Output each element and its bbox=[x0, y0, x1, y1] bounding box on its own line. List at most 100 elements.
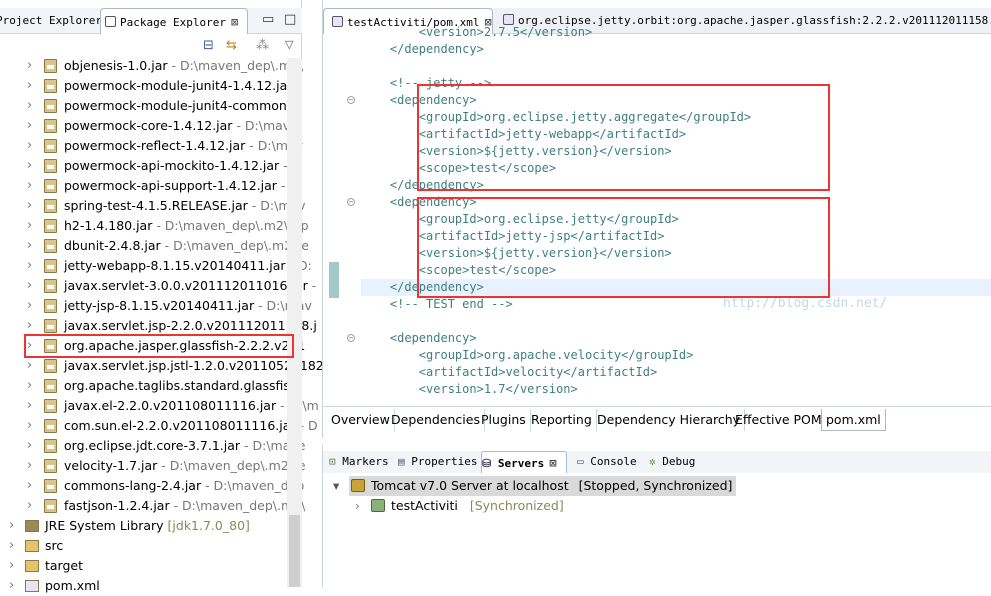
tab-properties[interactable]: ▤ Properties bbox=[398, 451, 477, 473]
code-line[interactable]: <!-- TEST end --> bbox=[361, 296, 513, 313]
tree-item-root[interactable]: › JRE System Library [jdk1.7.0_80] bbox=[0, 516, 287, 536]
code-line[interactable]: </dependency> bbox=[361, 279, 484, 296]
tree-item-jar[interactable]: › javax.servlet.jsp.jstl-1.2.0.v201105211… bbox=[0, 356, 324, 376]
code-line[interactable]: </dependency> bbox=[361, 177, 484, 194]
tree-item-jar[interactable]: › org.apache.jasper.glassfish-2.2.2.v201 bbox=[0, 336, 305, 356]
chevron-right-icon[interactable]: › bbox=[27, 356, 32, 376]
chevron-right-icon[interactable]: › bbox=[27, 336, 32, 356]
chevron-right-icon[interactable]: › bbox=[27, 316, 32, 336]
chevron-right-icon[interactable]: › bbox=[27, 76, 32, 96]
chevron-right-icon[interactable]: › bbox=[27, 416, 32, 436]
code-line[interactable]: </dependency> bbox=[361, 41, 484, 58]
tab-package-explorer[interactable]: Package Explorer ⊠ bbox=[100, 8, 248, 34]
tree-item-jar[interactable]: › powermock-api-support-1.4.12.jar - D bbox=[0, 176, 299, 196]
tree-item-jar[interactable]: › commons-lang-2.4.jar - D:\maven_dep bbox=[0, 476, 304, 496]
chevron-right-icon[interactable]: › bbox=[27, 396, 32, 416]
code-line[interactable]: <version>${jetty.version}</version> bbox=[361, 143, 672, 160]
fold-toggle-icon[interactable]: − bbox=[347, 334, 355, 342]
tree-item-jar[interactable]: › jetty-jsp-8.1.15.v20140411.jar - D:\mav bbox=[0, 296, 312, 316]
chevron-right-icon[interactable]: › bbox=[27, 376, 32, 396]
tree-item-jar[interactable]: › javax.servlet-3.0.0.v201112011016.jar - bbox=[0, 276, 316, 296]
tree-item-root[interactable]: › src bbox=[0, 536, 287, 556]
tree-item-root[interactable]: › target bbox=[0, 556, 287, 576]
chevron-right-icon[interactable]: › bbox=[27, 56, 32, 76]
chevron-right-icon[interactable]: › bbox=[27, 296, 32, 316]
chevron-right-icon[interactable]: › bbox=[9, 536, 14, 556]
code-line[interactable]: <groupId>org.apache.velocity</groupId> bbox=[361, 347, 694, 364]
close-icon[interactable]: ⊠ bbox=[231, 15, 238, 29]
code-line[interactable]: <groupId>org.eclipse.jetty.aggregate</gr… bbox=[361, 109, 751, 126]
chevron-right-icon[interactable]: › bbox=[9, 516, 14, 536]
chevron-right-icon[interactable]: › bbox=[27, 436, 32, 456]
chevron-right-icon[interactable]: › bbox=[27, 216, 32, 236]
tree-item-jar[interactable]: › com.sun.el-2.2.0.v201108011116.jar - D bbox=[0, 416, 318, 436]
code-line[interactable]: <dependency> bbox=[361, 330, 477, 347]
code-line[interactable]: <scope>test</scope> bbox=[361, 262, 556, 279]
chevron-right-icon[interactable]: › bbox=[27, 476, 32, 496]
code-line[interactable]: <artifactId>jetty-jsp</artifactId> bbox=[361, 228, 665, 245]
tree-item-jar[interactable]: › javax.servlet.jsp-2.2.0.v201112011158.j bbox=[0, 316, 317, 336]
tab-pom-page[interactable]: Dependency Hierarchy bbox=[593, 409, 746, 431]
tab-pom-page[interactable]: Overview bbox=[327, 409, 395, 431]
tab-pom-page[interactable]: pom.xml bbox=[821, 409, 886, 431]
tree-item-jar[interactable]: › objenesis-1.0.jar - D:\maven_dep\.m2\ bbox=[0, 56, 303, 76]
code-line[interactable]: <version>1.7</version> bbox=[361, 381, 578, 398]
tab-pom-page[interactable]: Effective POM bbox=[731, 409, 827, 431]
tab-pom-page[interactable]: Dependencies bbox=[387, 409, 485, 431]
minimize-icon[interactable]: ▭ bbox=[262, 12, 274, 27]
tab-markers[interactable]: ⊡ Markers bbox=[329, 451, 389, 473]
tree-item-jar[interactable]: › powermock-module-junit4-common-1 bbox=[0, 96, 299, 116]
tab-servers[interactable]: ⛁ Servers ⊠ bbox=[481, 451, 567, 473]
vertical-scrollbar[interactable] bbox=[287, 58, 302, 587]
link-with-editor-icon[interactable]: ⇆ bbox=[226, 38, 237, 53]
tree-item-jar[interactable]: › javax.el-2.2.0.v201108011116.jar - D:\m bbox=[0, 396, 319, 416]
tree-item-root[interactable]: › pom.xml bbox=[0, 576, 287, 596]
chevron-right-icon[interactable]: › bbox=[9, 576, 14, 596]
code-line[interactable]: <version>2.7.5</version> bbox=[361, 24, 592, 41]
code-line[interactable]: <artifactId>jetty-webapp</artifactId> bbox=[361, 126, 686, 143]
close-icon[interactable]: ⊠ bbox=[549, 456, 556, 470]
tree-item-jar[interactable]: › powermock-core-1.4.12.jar - D:\mave bbox=[0, 116, 298, 136]
chevron-right-icon[interactable]: › bbox=[27, 256, 32, 276]
code-line[interactable]: <version>${jetty.version}</version> bbox=[361, 245, 672, 262]
chevron-right-icon[interactable]: › bbox=[355, 496, 360, 516]
chevron-right-icon[interactable]: › bbox=[27, 116, 32, 136]
tree-item-jar[interactable]: › org.eclipse.jdt.core-3.7.1.jar - D:\mav… bbox=[0, 436, 305, 456]
chevron-right-icon[interactable]: › bbox=[27, 196, 32, 216]
tree-item-jar[interactable]: › jetty-webapp-8.1.15.v20140411.jar - D: bbox=[0, 256, 312, 276]
focus-icon[interactable]: ⁂ bbox=[256, 38, 269, 53]
chevron-right-icon[interactable]: › bbox=[27, 156, 32, 176]
chevron-right-icon[interactable]: › bbox=[27, 276, 32, 296]
code-line[interactable]: <dependency> bbox=[361, 194, 477, 211]
fold-toggle-icon[interactable]: − bbox=[347, 198, 355, 206]
tab-console[interactable]: ▭ Console bbox=[577, 451, 637, 473]
chevron-right-icon[interactable]: › bbox=[27, 456, 32, 476]
chevron-right-icon[interactable]: › bbox=[27, 136, 32, 156]
view-menu-icon[interactable]: ▽ bbox=[285, 38, 293, 51]
collapse-all-icon[interactable]: ⊟ bbox=[203, 38, 214, 53]
code-line[interactable]: <scope>test</scope> bbox=[361, 160, 556, 177]
tab-pom-page[interactable]: Reporting bbox=[527, 409, 597, 431]
chevron-right-icon[interactable]: › bbox=[9, 556, 14, 576]
tree-item-jar[interactable]: › org.apache.taglibs.standard.glassfish- bbox=[0, 376, 302, 396]
tab-project-explorer[interactable]: Project Explorer bbox=[0, 8, 102, 34]
code-line[interactable]: <groupId>org.eclipse.jetty</groupId> bbox=[361, 211, 679, 228]
chevron-right-icon[interactable]: › bbox=[27, 236, 32, 256]
tree-item-jar[interactable]: › dbunit-2.4.8.jar - D:\maven_dep\.m2\re bbox=[0, 236, 309, 256]
code-line[interactable]: <artifactId>velocity</artifactId> bbox=[361, 364, 657, 381]
tree-item-jar[interactable]: › powermock-module-junit4-1.4.12.jar bbox=[0, 76, 292, 96]
tree-item-jar[interactable]: › spring-test-4.1.5.RELEASE.jar - D:\mav bbox=[0, 196, 306, 216]
tree-item-jar[interactable]: › powermock-api-mockito-1.4.12.jar - D bbox=[0, 156, 301, 176]
chevron-down-icon[interactable]: ▾ bbox=[333, 476, 339, 496]
tree-item-jar[interactable]: › powermock-reflect-1.4.12.jar - D:\mav bbox=[0, 136, 303, 156]
module-row-testactiviti[interactable]: › testActiviti [Synchronized] bbox=[355, 496, 564, 516]
maximize-icon[interactable]: □ bbox=[284, 12, 296, 27]
tree-item-jar[interactable]: › h2-1.4.180.jar - D:\maven_dep\.m2\rep bbox=[0, 216, 309, 236]
chevron-right-icon[interactable]: › bbox=[27, 496, 32, 516]
tab-debug[interactable]: ✲ Debug bbox=[649, 451, 695, 473]
server-row-tomcat[interactable]: ▾ Tomcat v7.0 Server at localhost [Stopp… bbox=[333, 476, 737, 496]
chevron-right-icon[interactable]: › bbox=[27, 176, 32, 196]
scrollbar-thumb[interactable] bbox=[289, 515, 300, 587]
fold-toggle-icon[interactable]: − bbox=[347, 96, 355, 104]
code-line[interactable]: <!-- jetty --> bbox=[361, 75, 491, 92]
